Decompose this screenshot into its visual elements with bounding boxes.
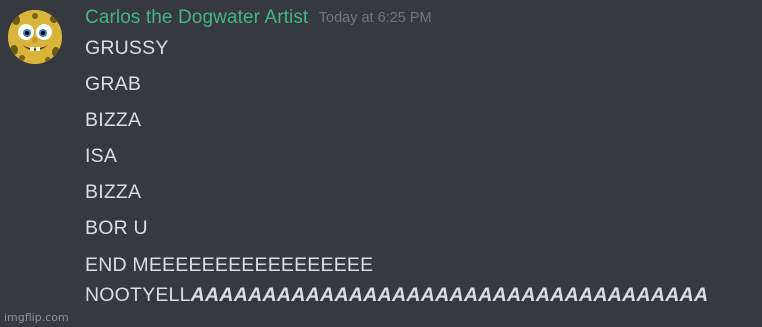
message-line: BIZZA [85,109,142,131]
message-header: Carlos the Dogwater Artist Today at 6:25… [85,7,432,33]
chat-message: Carlos the Dogwater Artist Today at 6:25… [0,0,762,327]
message-line: BIZZA [85,181,142,203]
message-line-plain: NOOTYELL [85,284,191,306]
message-line: ISA [85,145,118,167]
username[interactable]: Carlos the Dogwater Artist [85,7,308,28]
message-line: BOR U [85,217,148,239]
message-line: GRUSSY [85,37,169,59]
spongebob-avatar-icon [8,10,62,64]
message-line-emphasized: AAAAAAAAAAAAAAAAAAAAAAAAAAAAAAAAAAAA [190,284,709,306]
message-line-last: NOOTYELLAAAAAAAAAAAAAAAAAAAAAAAAAAAAAAAA… [85,284,708,307]
message-timestamp[interactable]: Today at 6:25 PM [319,10,432,26]
message-line: GRAB [85,73,142,95]
watermark: imgflip.com [4,311,69,324]
user-avatar[interactable] [8,10,62,64]
message-line: END MEEEEEEEEEEEEEEEEE [85,254,374,276]
